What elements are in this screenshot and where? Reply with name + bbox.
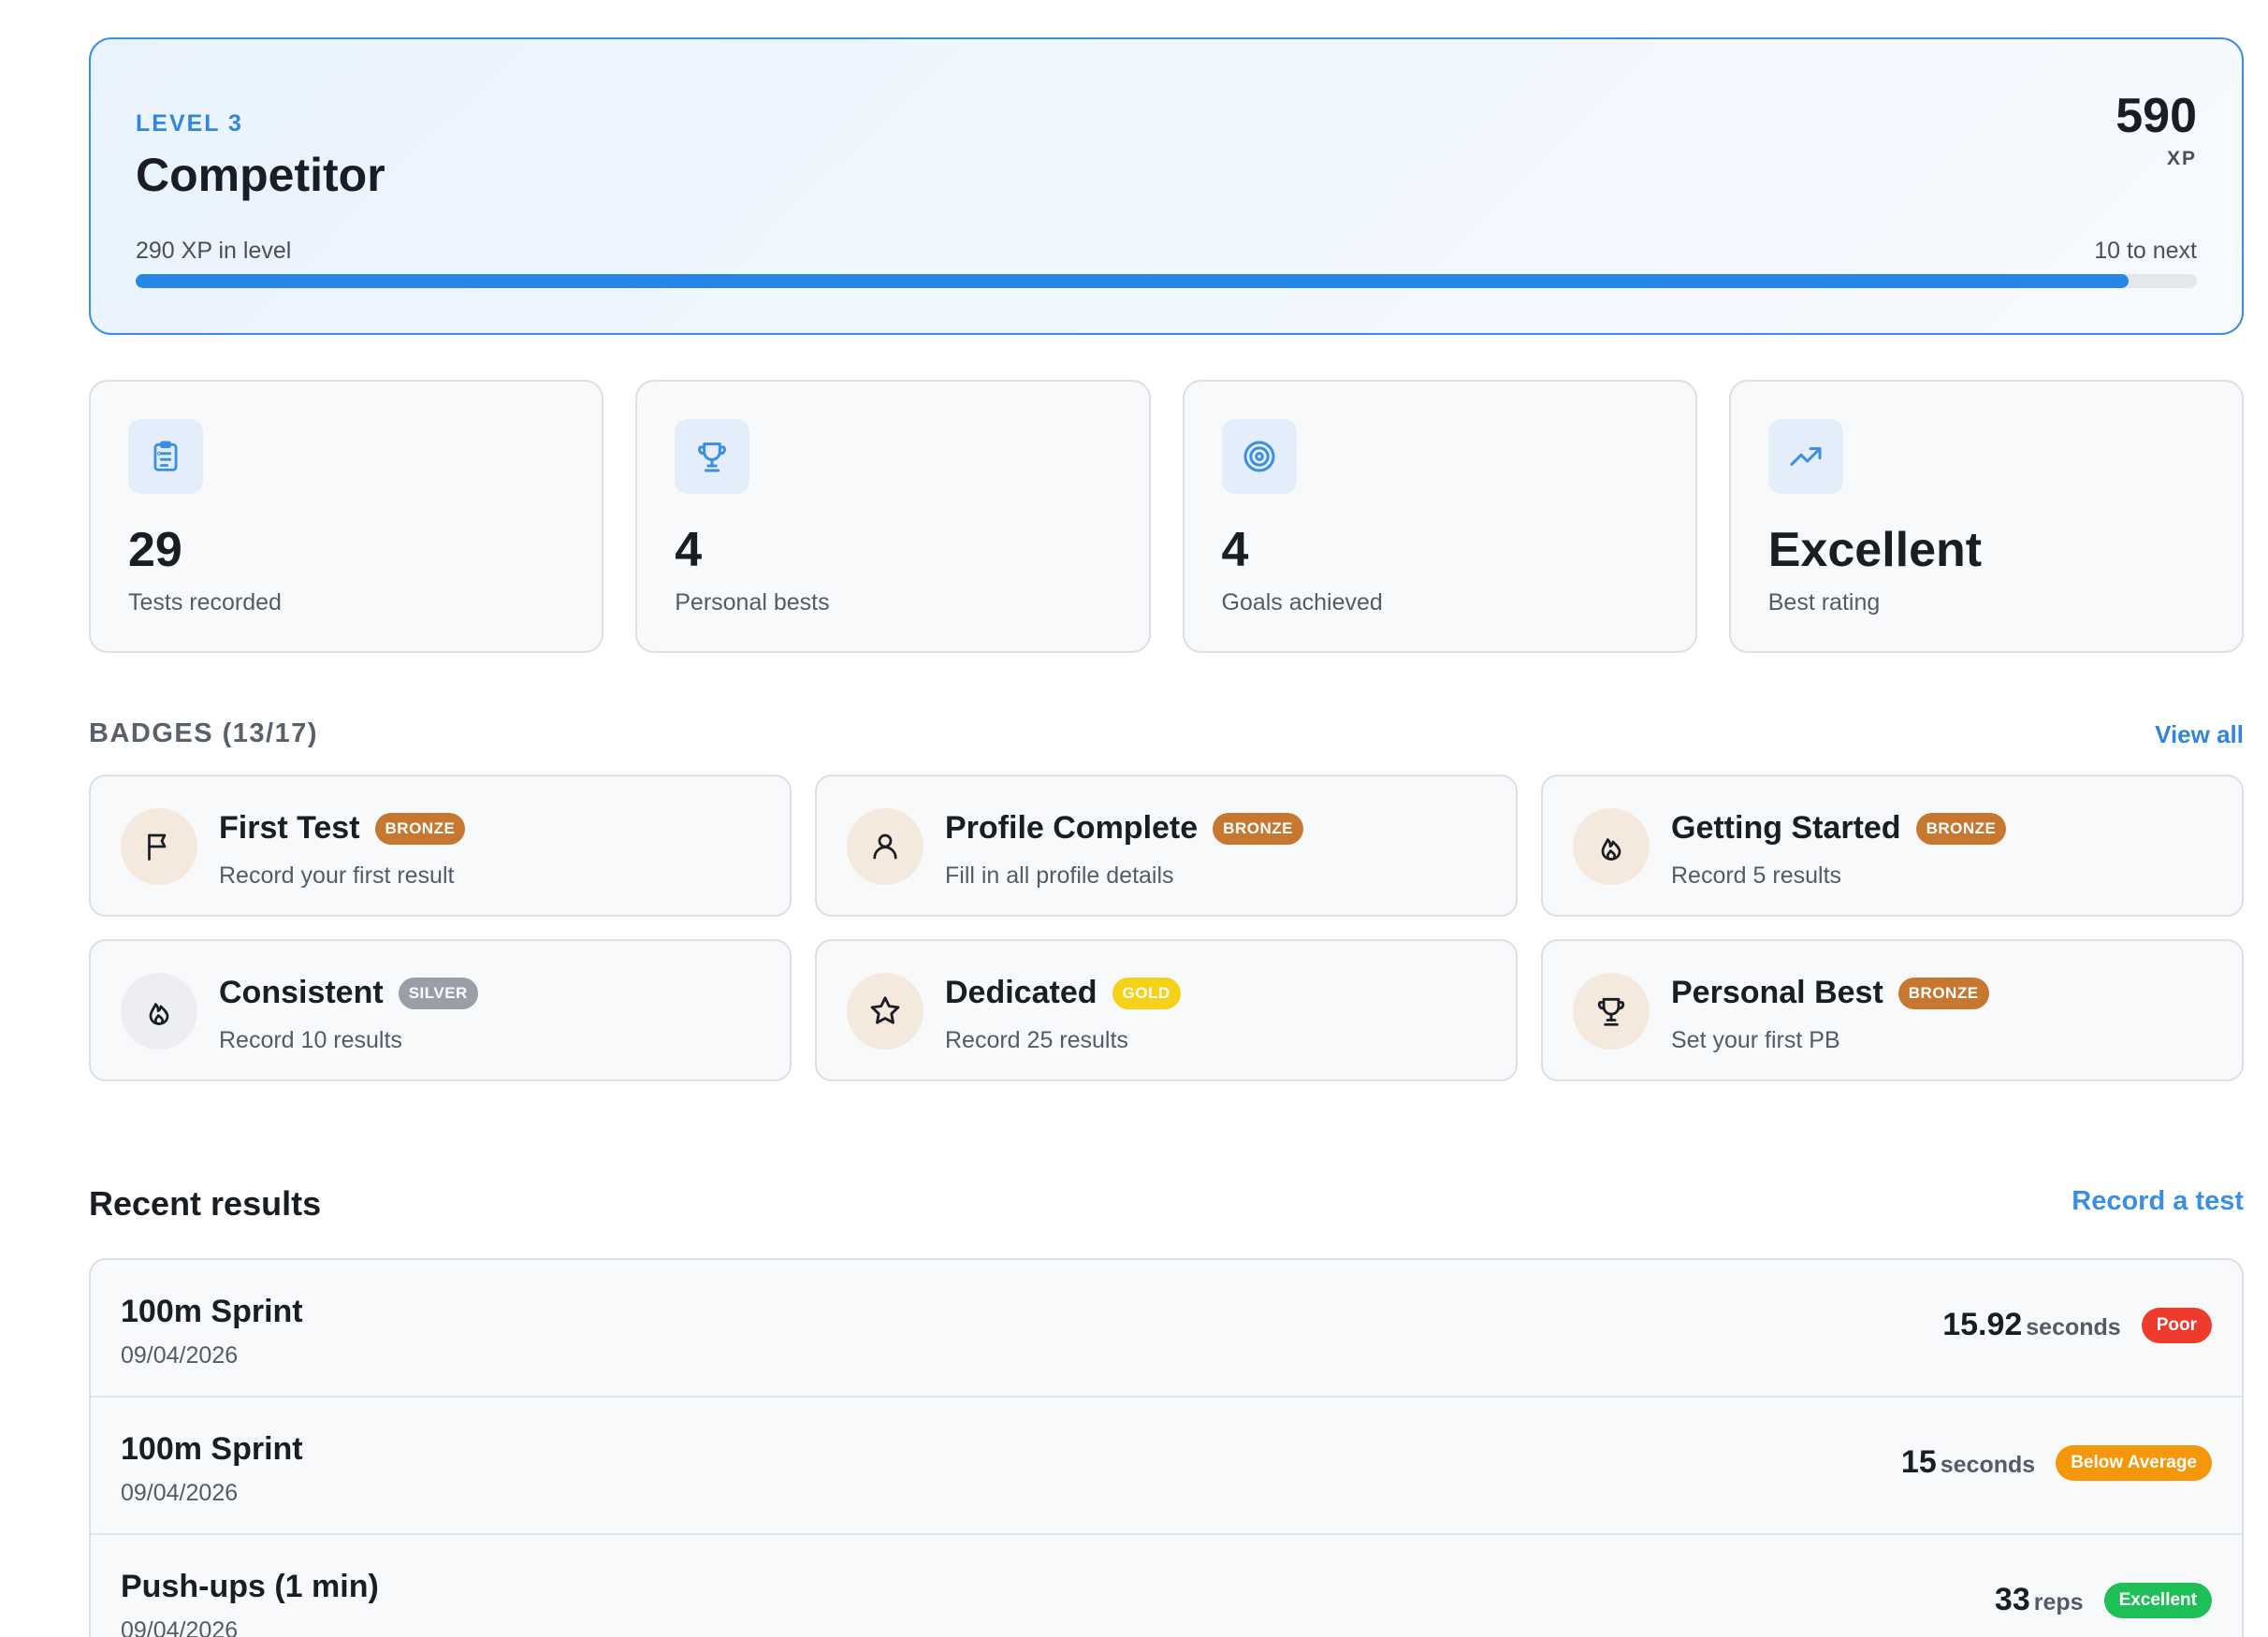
trophy-icon [675,419,750,494]
flag-icon [121,808,197,885]
tier-badge: BRONZE [1897,977,1989,1009]
badge-description: Record 10 results [219,1027,402,1053]
badge-grid: First Test BRONZE Record your first resul… [89,775,2244,1081]
dashboard: LEVEL 3 Competitor 590 XP 290 XP in leve… [89,37,2244,1637]
result-unit: seconds [1940,1452,2036,1478]
result-value: 15.92 [1942,1307,2023,1342]
xp-in-level: 290 XP in level [136,238,292,264]
badge-description: Record 5 results [1671,862,1842,889]
badges-header: BADGES (13/17) View all [89,715,2244,752]
result-unit: reps [2033,1589,2084,1615]
result-row[interactable]: 100m Sprint 09/04/2026 15 seconds Below A… [91,1398,2242,1535]
level-label: LEVEL 3 [136,110,243,137]
badge-card[interactable]: Consistent SILVER Record 10 results [89,939,792,1081]
tier-badge: SILVER [398,977,478,1009]
result-test-name: Push-ups (1 min) [121,1569,379,1604]
level-progress-bar [136,274,2197,288]
tier-badge: BRONZE [1915,812,2007,845]
badge-description: Set your first PB [1671,1027,1840,1053]
badges-title: BADGES (13/17) [89,718,319,748]
rating-badge: Below Average [2056,1444,2212,1481]
result-row[interactable]: 100m Sprint 09/04/2026 15.92 seconds Poor [91,1260,2242,1398]
badge-card[interactable]: Personal Best BRONZE Set your first PB [1541,939,2244,1081]
badge-card[interactable]: Dedicated GOLD Record 25 results [815,939,1518,1081]
badge-description: Fill in all profile details [945,862,1174,889]
stats-row: 29 Tests recorded 4 Personal bests 4 Goa… [89,380,2244,653]
tier-badge: BRONZE [374,812,466,845]
trending-up-icon [1767,419,1843,494]
stat-value: 4 [675,523,703,577]
tier-badge: BRONZE [1213,812,1303,845]
flame-icon [1573,808,1650,885]
badge-card[interactable]: First Test BRONZE Record your first resul… [89,775,792,917]
result-test-name: 100m Sprint [121,1431,303,1467]
stat-card-personal-bests: 4 Personal bests [635,380,1151,653]
recent-results-header: Recent results Record a test [89,1182,2244,1227]
record-test-link[interactable]: Record a test [2072,1186,2244,1217]
level-name: Competitor [136,149,385,201]
stat-label: Personal bests [675,589,830,616]
badge-name: First Test [219,810,360,846]
target-icon [1221,419,1297,494]
badge-name-row: Getting Started BRONZE [1671,810,2007,847]
level-card: LEVEL 3 Competitor 590 XP 290 XP in leve… [89,37,2244,335]
view-all-badges-link[interactable]: View all [2155,720,2244,749]
rating-badge: Poor [2141,1307,2212,1343]
xp-to-next: 10 to next [2094,238,2197,264]
badge-name: Consistent [219,975,384,1010]
stat-label: Best rating [1767,589,1881,616]
stat-value: 29 [128,523,182,577]
badge-description: Record your first result [219,862,455,889]
tier-badge: GOLD [1112,977,1181,1009]
result-value: 15 [1900,1444,1937,1480]
badge-card[interactable]: Profile Complete BRONZE Fill in all profi… [815,775,1518,917]
result-date: 09/04/2026 [121,1342,239,1369]
xp-unit: XP [2166,148,2197,169]
trophy-icon [1573,973,1650,1050]
stat-value: 4 [1221,523,1249,577]
result-test-name: 100m Sprint [121,1294,303,1329]
rating-badge: Excellent [2103,1582,2212,1618]
stat-card-best-rating: Excellent Best rating [1728,380,2244,653]
badge-name-row: Personal Best BRONZE [1671,975,1989,1011]
badge-name: Personal Best [1671,975,1883,1010]
badge-name: Dedicated [945,975,1098,1010]
badge-name-row: Dedicated GOLD [945,975,1181,1011]
stat-label: Tests recorded [128,589,282,616]
user-icon [847,808,923,885]
badge-description: Record 25 results [945,1027,1128,1053]
star-icon [847,973,923,1050]
badge-card[interactable]: Getting Started BRONZE Record 5 results [1541,775,2244,917]
result-value-group: 33 reps Excellent [1995,1582,2212,1618]
result-date: 09/04/2026 [121,1617,239,1637]
flame-icon [121,973,197,1050]
badge-name: Profile Complete [945,810,1199,846]
badge-name-row: Profile Complete BRONZE [945,810,1303,847]
level-progress-fill [136,274,2130,288]
result-value-group: 15 seconds Below Average [1901,1444,2212,1481]
result-date: 09/04/2026 [121,1480,239,1506]
recent-results-title: Recent results [89,1184,322,1223]
clipboard-icon [128,419,203,494]
badge-name-row: First Test BRONZE [219,810,466,847]
result-value-group: 15.92 seconds Poor [1942,1307,2212,1343]
stat-label: Goals achieved [1221,589,1383,616]
xp-total: 590 [2115,89,2197,143]
result-unit: seconds [2026,1314,2121,1340]
stat-card-tests: 29 Tests recorded [89,380,604,653]
badge-name-row: Consistent SILVER [219,975,478,1011]
result-row[interactable]: Push-ups (1 min) 09/04/2026 33 reps Excel… [91,1535,2242,1637]
stat-card-goals: 4 Goals achieved [1182,380,1697,653]
results-list: 100m Sprint 09/04/2026 15.92 seconds Poor… [89,1258,2244,1637]
result-value: 33 [1994,1582,2030,1617]
badge-name: Getting Started [1671,810,1901,846]
stat-value: Excellent [1767,523,1983,577]
